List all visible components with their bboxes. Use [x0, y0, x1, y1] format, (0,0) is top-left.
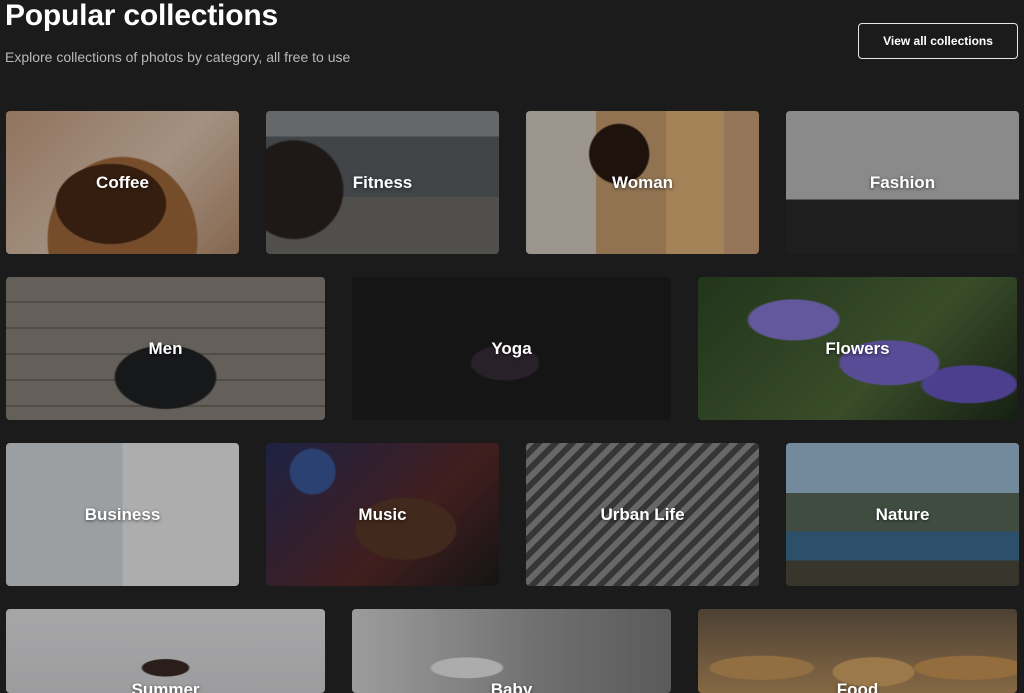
collection-label: Music [358, 504, 407, 524]
collection-tile-music[interactable]: Music [266, 443, 499, 586]
collection-label: Urban Life [600, 504, 685, 524]
collection-tile-nature[interactable]: Nature [786, 443, 1019, 586]
page-title: Popular collections [5, 0, 278, 32]
collection-label: Yoga [491, 338, 532, 358]
collection-label: Men [148, 338, 183, 358]
collection-label: Fitness [352, 172, 413, 192]
collection-label: Food [836, 680, 879, 693]
collection-tile-flowers[interactable]: Flowers [698, 277, 1017, 420]
collection-tile-business[interactable]: Business [6, 443, 239, 586]
collection-tile-coffee[interactable]: Coffee [6, 111, 239, 254]
collection-tile-fitness[interactable]: Fitness [266, 111, 499, 254]
collection-label: Coffee [96, 172, 149, 192]
collection-tile-food[interactable]: Food [698, 609, 1017, 693]
collection-label: Summer [131, 680, 200, 693]
page-subtitle: Explore collections of photos by categor… [5, 49, 351, 65]
collection-label: Flowers [825, 338, 890, 358]
collection-tile-fashion[interactable]: Fashion [786, 111, 1019, 254]
collection-tile-men[interactable]: Men [6, 277, 325, 420]
collection-tile-woman[interactable]: Woman [526, 111, 759, 254]
collection-label: Baby [490, 680, 533, 693]
collection-tile-summer[interactable]: Summer [6, 609, 325, 693]
collection-tile-urban-life[interactable]: Urban Life [526, 443, 759, 586]
collection-tile-baby[interactable]: Baby [352, 609, 671, 693]
collection-label: Business [84, 504, 161, 524]
collection-label: Fashion [869, 172, 936, 192]
collection-label: Nature [875, 504, 930, 524]
collection-tile-yoga[interactable]: Yoga [352, 277, 671, 420]
view-all-collections-button[interactable]: View all collections [858, 23, 1018, 59]
collection-label: Woman [611, 172, 674, 192]
